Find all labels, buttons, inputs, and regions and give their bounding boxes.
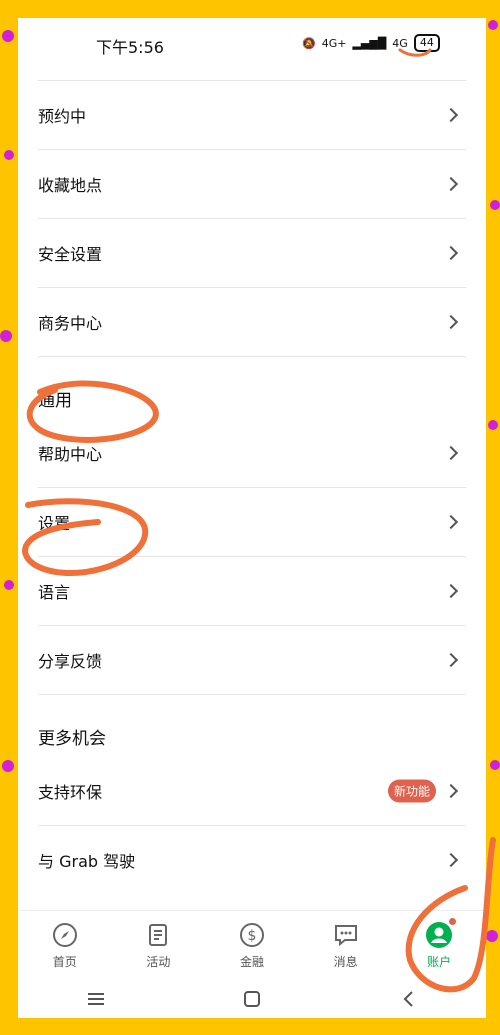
nav-label: 消息 <box>333 955 358 969</box>
menu-item-reservations[interactable]: 预约中 <box>38 80 466 150</box>
menu-item-language[interactable]: 语言 <box>38 557 466 626</box>
status-icons: 🔕 4G+ ▂▄▆█ 4G 44 <box>302 34 440 52</box>
decor-dot <box>490 200 500 210</box>
status-time: 下午5:56 <box>96 38 164 57</box>
decor-dot <box>488 420 498 430</box>
menu-item-safety-settings[interactable]: 安全设置 <box>38 219 466 288</box>
network-label-2: 4G <box>392 36 408 50</box>
chevron-right-icon <box>443 176 459 192</box>
decor-dot <box>488 20 498 30</box>
nav-account[interactable]: 账户 <box>392 911 486 977</box>
nav-label: 活动 <box>146 955 171 969</box>
chat-bubble-icon <box>332 921 360 949</box>
decor-dot <box>486 930 498 942</box>
menu-item-saved-places[interactable]: 收藏地点 <box>38 150 466 219</box>
menu-item-label: 商务中心 <box>38 314 103 333</box>
nav-activity[interactable]: 活动 <box>112 911 206 977</box>
chevron-right-icon <box>443 583 459 599</box>
compass-icon <box>51 921 79 949</box>
decor-dot <box>4 150 14 160</box>
chevron-right-icon <box>443 445 459 461</box>
nav-label: 金融 <box>239 955 264 969</box>
menu-item-label: 支持环保 <box>38 783 103 802</box>
decor-dot <box>2 30 14 42</box>
chevron-right-icon <box>443 514 459 530</box>
decor-dot <box>2 760 14 772</box>
dollar-icon: $ <box>238 921 266 949</box>
battery-indicator: 44 <box>413 34 440 52</box>
nav-home[interactable]: 首页 <box>18 911 112 977</box>
chevron-right-icon <box>443 652 459 668</box>
menu-list: 预约中 收藏地点 安全设置 商务中心 通用 帮助中心 设置 语言 分享反馈 更多… <box>18 80 486 894</box>
back-icon[interactable] <box>388 984 428 1014</box>
menu-item-settings[interactable]: 设置 <box>38 488 466 557</box>
notification-dot <box>449 918 457 925</box>
nav-label: 首页 <box>52 955 77 969</box>
section-title-general: 通用 <box>38 391 72 411</box>
svg-text:$: $ <box>248 928 257 944</box>
menu-item-eco[interactable]: 支持环保 新功能 <box>38 757 466 826</box>
menu-item-label: 预约中 <box>38 107 87 126</box>
menu-item-business-center[interactable]: 商务中心 <box>38 288 466 357</box>
menu-item-label: 帮助中心 <box>38 445 103 464</box>
chevron-right-icon <box>443 783 459 799</box>
chevron-right-icon <box>443 245 459 261</box>
section-title-more: 更多机会 <box>38 729 106 749</box>
system-nav-bar <box>18 980 486 1018</box>
signal-icon: ▂▄▆█ <box>352 36 387 50</box>
menu-item-label: 语言 <box>38 583 71 602</box>
status-bar: 下午5:56 🔕 4G+ ▂▄▆█ 4G 44 <box>18 18 486 72</box>
document-list-icon <box>144 921 172 949</box>
network-label: 4G+ <box>321 36 347 50</box>
menu-item-label: 安全设置 <box>38 245 103 264</box>
menu-item-label: 设置 <box>38 514 71 533</box>
menu-item-label: 分享反馈 <box>38 652 103 671</box>
chevron-right-icon <box>443 314 459 330</box>
account-icon <box>425 918 457 949</box>
menu-item-help-center[interactable]: 帮助中心 <box>38 419 466 488</box>
menu-item-share-feedback[interactable]: 分享反馈 <box>38 626 466 695</box>
chevron-right-icon <box>443 852 459 868</box>
new-feature-badge: 新功能 <box>387 779 436 803</box>
nav-messages[interactable]: 消息 <box>299 911 393 977</box>
menu-icon[interactable] <box>76 984 116 1014</box>
nav-finance[interactable]: $ 金融 <box>205 911 299 977</box>
bottom-nav: 首页 活动 $ 金融 消息 账户 <box>18 910 486 977</box>
home-square-icon[interactable] <box>232 984 272 1014</box>
nav-label: 账户 <box>427 955 452 969</box>
menu-item-label: 收藏地点 <box>38 176 103 195</box>
phone-screen: 下午5:56 🔕 4G+ ▂▄▆█ 4G 44 预约中 收藏地点 安全设置 商务… <box>18 18 486 1018</box>
decor-dot <box>490 760 500 770</box>
decor-dot <box>4 580 14 590</box>
menu-item-label: 与 Grab 驾驶 <box>38 852 136 871</box>
decor-dot <box>0 330 12 342</box>
mute-icon: 🔕 <box>302 36 316 50</box>
chevron-right-icon <box>443 107 459 123</box>
menu-item-drive-with-grab[interactable]: 与 Grab 驾驶 <box>38 826 466 894</box>
